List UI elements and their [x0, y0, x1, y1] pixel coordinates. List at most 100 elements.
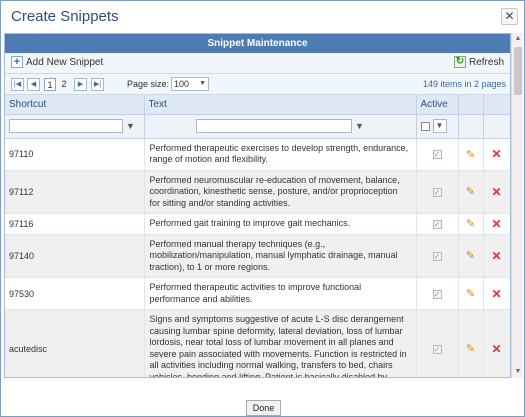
delete-cell: ✕	[483, 138, 510, 171]
delete-icon[interactable]: ✕	[491, 147, 501, 161]
add-new-snippet-label: Add New Snippet	[26, 56, 104, 68]
text-cell: Performed therapeutic exercises to devel…	[144, 138, 417, 171]
page-size-value: 100	[174, 79, 190, 89]
pencil-icon[interactable]: ✎	[466, 149, 475, 161]
active-checkbox[interactable]: ✓	[432, 187, 442, 197]
active-cell: ✓	[416, 277, 459, 310]
active-cell: ✓	[416, 138, 459, 171]
chevron-down-icon: ▼	[199, 80, 206, 87]
scrollbar-thumb[interactable]	[514, 47, 522, 95]
filter-icon[interactable]: ▼	[432, 119, 447, 133]
pencil-icon[interactable]: ✎	[466, 186, 475, 198]
active-checkbox[interactable]: ✓	[432, 219, 442, 229]
plus-icon: +	[11, 56, 23, 68]
active-checkbox[interactable]: ✓	[432, 344, 442, 354]
scroll-down-icon[interactable]: ▼	[512, 366, 524, 378]
column-header-shortcut[interactable]: Shortcut	[5, 95, 145, 115]
shortcut-cell: 97116	[5, 213, 145, 235]
column-header-text[interactable]: Text	[144, 95, 417, 115]
text-filter-input[interactable]	[196, 119, 353, 133]
vertical-scrollbar[interactable]: ▲ ▼	[511, 33, 523, 378]
shortcut-cell: 97530	[5, 277, 145, 310]
filter-cell-empty	[458, 114, 484, 139]
edit-cell: ✎	[458, 277, 484, 310]
next-page-button[interactable]: ▶	[74, 78, 87, 91]
last-page-button[interactable]: ▶|	[91, 78, 104, 91]
column-header-active[interactable]: Active	[416, 95, 459, 115]
pencil-icon[interactable]: ✎	[466, 250, 475, 262]
snippets-grid: Shortcut Text Active ▼ ▼ ▼ 97110 Perform…	[5, 95, 510, 377]
dialog-titlebar: Create Snippets ✕	[2, 2, 523, 32]
pencil-icon[interactable]: ✎	[466, 343, 475, 355]
active-checkbox[interactable]: ✓	[432, 289, 442, 299]
delete-cell: ✕	[483, 309, 510, 377]
delete-cell: ✕	[483, 170, 510, 214]
refresh-button[interactable]: ↻ Refresh	[453, 56, 504, 68]
table-row[interactable]: 97140 Performed manual therapy techniques…	[5, 234, 510, 278]
delete-icon[interactable]: ✕	[491, 185, 501, 199]
page-number-1[interactable]: 1	[44, 78, 56, 91]
text-cell: Performed gait training to improve gait …	[144, 213, 417, 235]
dialog-footer: Done	[2, 379, 523, 416]
shortcut-cell: 97112	[5, 170, 145, 214]
panel-header: Snippet Maintenance	[5, 34, 510, 53]
edit-cell: ✎	[458, 234, 484, 278]
shortcut-cell: 97140	[5, 234, 145, 278]
previous-page-button[interactable]: ◀	[27, 78, 40, 91]
edit-cell: ✎	[458, 309, 484, 377]
page-size-label: Page size:	[127, 79, 170, 89]
active-cell: ✓	[416, 213, 459, 235]
active-filter-checkbox[interactable]	[420, 121, 430, 131]
active-cell: ✓	[416, 309, 459, 377]
dialog-title: Create Snippets	[11, 8, 119, 25]
close-button[interactable]: ✕	[501, 8, 518, 25]
active-cell: ✓	[416, 234, 459, 278]
table-row[interactable]: 97112 Performed neuromuscular re-educatio…	[5, 170, 510, 214]
pager: |◀ ◀ 1 2 ▶ ▶| Page size: 100 ▼ 149 items…	[5, 74, 510, 95]
grid-toolbar: + Add New Snippet ↻ Refresh	[5, 53, 510, 74]
table-row[interactable]: 97530 Performed therapeutic activities to…	[5, 277, 510, 310]
active-checkbox[interactable]: ✓	[432, 150, 442, 159]
table-row[interactable]: 97116 Performed gait training to improve …	[5, 213, 510, 235]
edit-cell: ✎	[458, 213, 484, 235]
snippet-maintenance-panel: Snippet Maintenance + Add New Snippet ↻ …	[4, 33, 511, 378]
active-filter-cell: ▼	[416, 114, 459, 139]
delete-cell: ✕	[483, 234, 510, 278]
filter-icon[interactable]: ▼	[126, 121, 135, 131]
table-row[interactable]: 97110 Performed therapeutic exercises to …	[5, 138, 510, 171]
active-cell: ✓	[416, 170, 459, 214]
shortcut-cell: 97110	[5, 138, 145, 171]
text-filter-cell: ▼	[144, 114, 417, 139]
add-new-snippet-button[interactable]: + Add New Snippet	[11, 56, 103, 68]
page-number-2[interactable]: 2	[58, 78, 70, 91]
shortcut-filter-cell: ▼	[5, 114, 145, 139]
done-button[interactable]: Done	[246, 400, 281, 416]
delete-cell: ✕	[483, 213, 510, 235]
text-cell: Signs and symptoms suggestive of acute L…	[144, 309, 417, 377]
edit-cell: ✎	[458, 170, 484, 214]
edit-cell: ✎	[458, 138, 484, 171]
column-header-delete	[483, 95, 510, 115]
pencil-icon[interactable]: ✎	[466, 218, 475, 230]
shortcut-cell: acutedisc	[5, 309, 145, 377]
delete-icon[interactable]: ✕	[491, 287, 501, 301]
scroll-up-icon[interactable]: ▲	[512, 33, 524, 45]
page-size-select[interactable]: 100 ▼	[171, 77, 209, 91]
first-page-button[interactable]: |◀	[11, 78, 24, 91]
delete-icon[interactable]: ✕	[491, 249, 501, 263]
filter-row: ▼ ▼ ▼	[5, 114, 510, 139]
text-cell: Performed neuromuscular re-education of …	[144, 170, 417, 214]
column-header-edit	[458, 95, 484, 115]
delete-icon[interactable]: ✕	[491, 217, 501, 231]
pencil-icon[interactable]: ✎	[466, 288, 475, 300]
filter-icon[interactable]: ▼	[355, 121, 364, 131]
shortcut-filter-input[interactable]	[9, 119, 123, 133]
refresh-label: Refresh	[468, 56, 504, 68]
create-snippets-dialog: Create Snippets ✕ Snippet Maintenance + …	[0, 0, 525, 417]
refresh-icon: ↻	[453, 56, 466, 68]
delete-icon[interactable]: ✕	[491, 342, 501, 356]
delete-cell: ✕	[483, 277, 510, 310]
text-cell: Performed manual therapy techniques (e.g…	[144, 234, 417, 278]
active-checkbox[interactable]: ✓	[432, 251, 442, 261]
table-row[interactable]: acutedisc Signs and symptoms suggestive o…	[5, 309, 510, 377]
